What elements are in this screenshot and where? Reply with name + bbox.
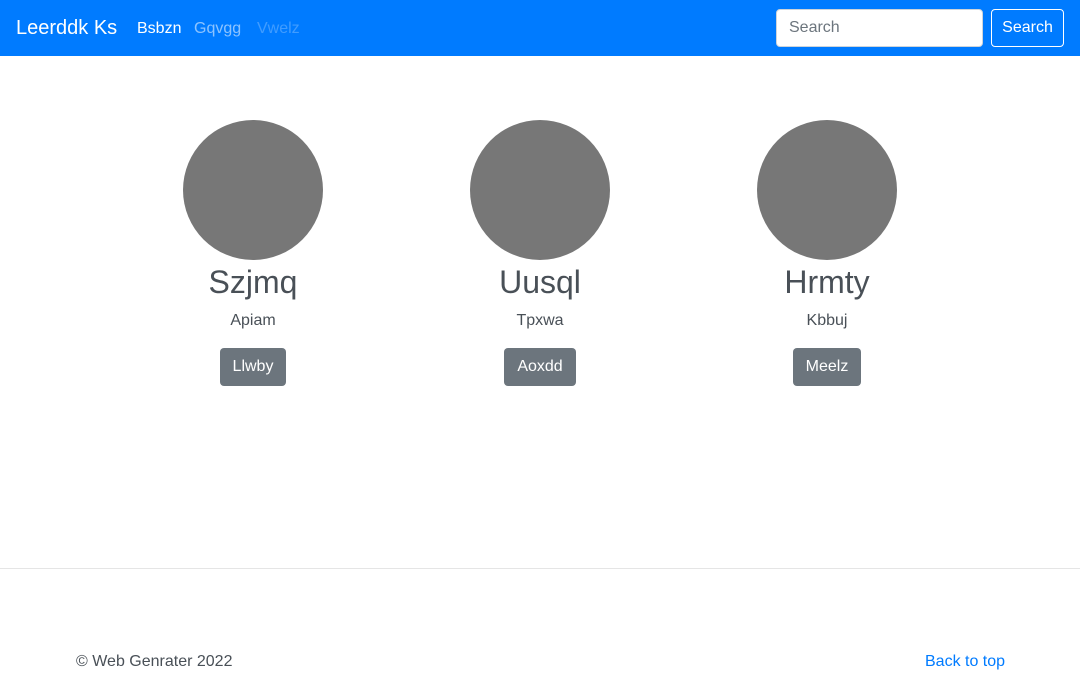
search-input[interactable] — [776, 9, 983, 47]
copyright-text: © Web Genrater 2022 — [76, 653, 233, 670]
avatar — [757, 120, 897, 260]
card-subtitle: Tpxwa — [516, 312, 564, 329]
brand-link[interactable]: Leerddk Ks — [16, 15, 117, 41]
top-navbar: Leerddk Ks Bsbzn Gqvgg Vwelz Search — [0, 0, 1080, 56]
profile-card: Szjmq Apiam Llwby — [143, 120, 363, 386]
profile-card: Uusql Tpxwa Aoxdd — [430, 120, 650, 386]
avatar — [183, 120, 323, 260]
card-subtitle: Kbbuj — [806, 312, 848, 329]
back-to-top-link[interactable]: Back to top — [925, 651, 1005, 673]
card-title: Hrmty — [784, 264, 870, 300]
nav-link-gqvgg[interactable]: Gqvgg — [194, 18, 241, 40]
footer-divider — [0, 568, 1080, 569]
card-button[interactable]: Meelz — [792, 348, 862, 386]
card-title: Uusql — [499, 264, 581, 300]
nav-link-bsbzn[interactable]: Bsbzn — [137, 18, 181, 40]
search-button[interactable]: Search — [991, 9, 1064, 47]
profile-card: Hrmty Kbbuj Meelz — [717, 120, 937, 386]
card-button[interactable]: Aoxdd — [504, 348, 576, 386]
nav-link-vwelz[interactable]: Vwelz — [257, 18, 300, 40]
card-button[interactable]: Llwby — [219, 348, 287, 386]
avatar — [470, 120, 610, 260]
card-title: Szjmq — [208, 264, 298, 300]
card-subtitle: Apiam — [230, 312, 276, 329]
